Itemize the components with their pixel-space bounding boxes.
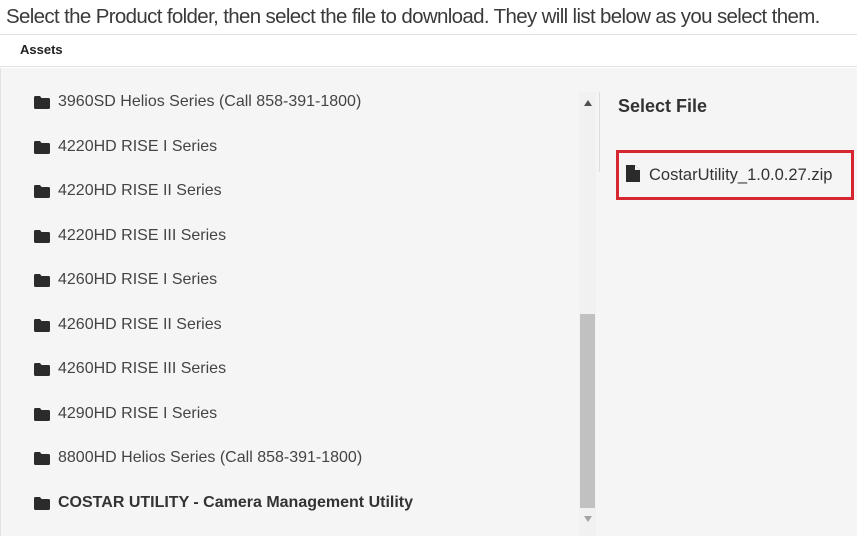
folder-label: 4260HD RISE II Series xyxy=(58,316,222,333)
folder-icon xyxy=(34,273,50,287)
folder-icon xyxy=(34,362,50,376)
file-label: CostarUtility_1.0.0.27.zip xyxy=(649,165,833,184)
folder-item[interactable]: 4260HD RISE I Series xyxy=(34,267,574,293)
folder-label: 4220HD RISE III Series xyxy=(58,227,227,244)
folder-label: 3960SD Helios Series (Call 858-391-1800) xyxy=(58,93,362,110)
folder-icon xyxy=(34,407,50,421)
folder-icon xyxy=(34,451,50,465)
scroll-down-button[interactable] xyxy=(579,512,596,526)
folder-item[interactable]: 4220HD RISE II Series xyxy=(34,178,574,204)
select-file-title: Select File xyxy=(618,96,708,116)
scroll-up-button[interactable] xyxy=(579,96,596,110)
folder-icon xyxy=(34,140,50,154)
folder-label: 8800HD Helios Series (Call 858-391-1800) xyxy=(58,449,363,466)
triangle-up-icon xyxy=(583,100,592,106)
assets-title: Assets xyxy=(20,42,63,57)
folder-item[interactable]: 3960SD Helios Series (Call 858-391-1800) xyxy=(34,89,574,115)
assets-panel: 3960SD Helios Series (Call 858-391-1800)… xyxy=(0,68,857,536)
folder-item-costar-utility[interactable]: COSTAR UTILITY - Camera Management Utili… xyxy=(34,490,574,516)
folder-item[interactable]: 4260HD RISE III Series xyxy=(34,356,574,382)
assets-header: Assets xyxy=(0,34,857,67)
folder-icon xyxy=(34,95,50,109)
folder-item[interactable]: 8800HD Helios Series (Call 858-391-1800) xyxy=(34,445,574,471)
folder-item[interactable]: 4290HD RISE I Series xyxy=(34,401,574,427)
folder-icon xyxy=(34,229,50,243)
folder-icon xyxy=(34,318,50,332)
folder-tree: 3960SD Helios Series (Call 858-391-1800)… xyxy=(1,68,579,536)
triangle-down-icon xyxy=(583,516,592,522)
panel-divider xyxy=(599,92,600,172)
file-item-costar-utility[interactable]: CostarUtility_1.0.0.27.zip xyxy=(616,150,854,200)
folder-item[interactable]: 4220HD RISE I Series xyxy=(34,134,574,160)
folder-item[interactable]: 4260HD RISE II Series xyxy=(34,312,574,338)
folder-label: 4260HD RISE III Series xyxy=(58,360,227,377)
folder-label: COSTAR UTILITY - Camera Management Utili… xyxy=(58,494,414,511)
instruction-text: Select the Product folder, then select t… xyxy=(6,5,820,28)
scrollbar-thumb[interactable] xyxy=(580,314,595,508)
folder-label: 4220HD RISE II Series xyxy=(58,182,222,199)
folder-icon xyxy=(34,184,50,198)
folder-label: 4290HD RISE I Series xyxy=(58,405,218,422)
folder-item[interactable]: 4220HD RISE III Series xyxy=(34,223,574,249)
folder-label: 4260HD RISE I Series xyxy=(58,271,218,288)
folder-label: 4220HD RISE I Series xyxy=(58,138,218,155)
file-icon xyxy=(626,164,640,182)
folder-icon xyxy=(34,496,50,510)
